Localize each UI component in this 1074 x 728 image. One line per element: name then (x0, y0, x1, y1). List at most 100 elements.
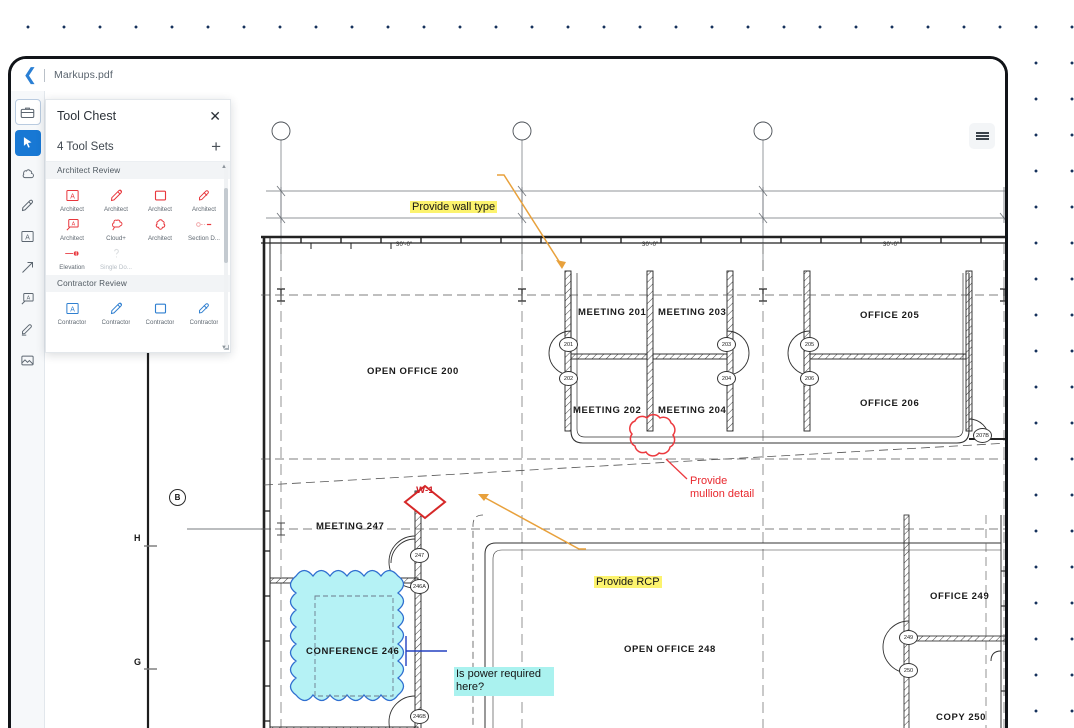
tool-label: Architect (60, 206, 84, 213)
markup-mullion-line1: Provide (690, 475, 754, 488)
tool-group-architect-review: Architect Review (46, 162, 230, 179)
rectangle-icon (153, 186, 168, 204)
cloud-shape-icon (153, 215, 168, 233)
toolbox-icon[interactable] (15, 99, 41, 125)
grid-letter-g: G (134, 657, 141, 667)
markup-power-line2: here? (456, 681, 552, 694)
wall-tag-w1: W-1 (411, 481, 439, 499)
pen-markup-icon[interactable] (15, 192, 41, 218)
rcp-leader (478, 494, 586, 549)
tool-grid-architect-review: A Architect Architect (46, 179, 230, 275)
application-window: ❮ Markups.pdf (8, 56, 1008, 728)
tool-contractor-textbox[interactable]: A Contractor (50, 299, 94, 326)
highlighter-icon (197, 299, 212, 317)
room-label-open-office-248: OPEN OFFICE 248 (624, 644, 716, 655)
tool-architect-pen[interactable]: Architect (94, 186, 138, 213)
room-label-meeting-202: MEETING 202 (573, 405, 641, 416)
tool-label: Architect (104, 206, 128, 213)
conference-revision-cloud (291, 571, 404, 701)
svg-text:A: A (25, 234, 30, 241)
tool-contractor-pen[interactable]: Contractor (94, 299, 138, 326)
tool-grid-contractor-review: A Contractor Contractor (46, 292, 230, 330)
tool-chest-body[interactable]: Architect Review A Architect (46, 162, 230, 352)
section-detail-icon (196, 215, 213, 233)
image-icon[interactable] (15, 347, 41, 373)
hamburger-menu-icon[interactable] (969, 123, 995, 149)
arrow-icon[interactable] (15, 254, 41, 280)
tool-label: Architect (148, 235, 172, 242)
markup-provide-mullion-detail[interactable]: Provide mullion detail (690, 475, 754, 502)
markup-mullion-line2: mullion detail (690, 488, 754, 501)
tool-contractor-highlighter[interactable]: Contractor (182, 299, 226, 326)
tool-label: Contractor (190, 319, 219, 326)
tool-label: Elevation (59, 264, 84, 271)
tool-label: Architect (60, 235, 84, 242)
tool-contractor-rectangle[interactable]: Contractor (138, 299, 182, 326)
tool-chest-scrollbar[interactable]: ▲ ▼ (224, 166, 228, 348)
tool-chest-header: Tool Chest ✕ (46, 100, 230, 132)
plus-icon[interactable]: + (211, 138, 221, 155)
room-label-office-205: OFFICE 205 (860, 310, 919, 321)
door-tag: 203 (717, 337, 736, 352)
mullion-revision-cloud (630, 415, 687, 479)
door-tag: 207B (973, 428, 992, 443)
svg-text:A: A (70, 193, 75, 200)
tool-label: Contractor (58, 319, 87, 326)
close-icon[interactable]: ✕ (209, 109, 221, 123)
tool-architect-highlighter[interactable]: Architect (182, 186, 226, 213)
menu-bar (976, 138, 989, 140)
dimension-label: 30'-0" (883, 242, 899, 248)
question-icon (109, 244, 124, 262)
tool-label: Architect (148, 206, 172, 213)
tool-sets-count-label: 4 Tool Sets (57, 141, 211, 153)
room-label-open-office-200: OPEN OFFICE 200 (367, 366, 459, 377)
tool-architect-textbox[interactable]: A Architect (50, 186, 94, 213)
menu-bar (976, 132, 989, 134)
power-question-leader (406, 636, 447, 666)
tool-architect-cloud[interactable]: Architect (138, 215, 182, 242)
callout-icon: A (65, 215, 80, 233)
markup-provide-wall-type[interactable]: Provide wall type (410, 201, 497, 213)
caret-up-icon[interactable]: ▲ (221, 164, 227, 170)
tool-architect-callout[interactable]: A Architect (50, 215, 94, 242)
room-label-office-249: OFFICE 249 (930, 591, 989, 602)
dimension-label: 30'-0" (642, 242, 658, 248)
grid-bubble-b: B (169, 489, 186, 506)
markup-provide-rcp[interactable]: Provide RCP (594, 576, 662, 588)
room-label-copy-250: COPY 250 (936, 712, 986, 723)
tool-sets-row: 4 Tool Sets + (46, 132, 230, 162)
cursor-select-icon[interactable] (15, 130, 41, 156)
door-tag: 205 (800, 337, 819, 352)
cloud-shape-icon[interactable] (15, 161, 41, 187)
room-label-office-206: OFFICE 206 (860, 398, 919, 409)
tool-cloud-plus[interactable]: Cloud+ (94, 215, 138, 242)
door-tag: 246B (410, 709, 429, 724)
door-tag: 250 (899, 663, 918, 678)
rectangle-icon (153, 299, 168, 317)
markup-power-line1: Is power required (456, 668, 552, 681)
svg-text:A: A (70, 306, 75, 313)
text-box-icon[interactable]: A (15, 223, 41, 249)
tool-elevation[interactable]: Elevation (50, 244, 94, 271)
tool-section-detail[interactable]: Section D... (182, 215, 226, 242)
caret-down-icon[interactable]: ▼ (221, 345, 227, 351)
dimension-label: 30'-0" (396, 242, 412, 248)
cloud-plus-icon (109, 215, 124, 233)
elevation-icon (64, 244, 81, 262)
room-label-meeting-201: MEETING 201 (578, 307, 646, 318)
tool-single-door[interactable]: Single Do... (94, 244, 138, 271)
tool-label: Single Do... (100, 264, 132, 271)
scrollbar-thumb[interactable] (224, 188, 228, 263)
titlebar-divider (44, 69, 45, 82)
callout-icon[interactable]: A (15, 285, 41, 311)
highlighter-icon (197, 186, 212, 204)
grid-letter-h: H (134, 533, 141, 543)
tool-group-contractor-review: Contractor Review (46, 275, 230, 292)
chevron-left-icon[interactable]: ❮ (19, 64, 41, 86)
tool-label: Contractor (146, 319, 175, 326)
highlighter-icon[interactable] (15, 316, 41, 342)
tool-chest-panel[interactable]: Tool Chest ✕ 4 Tool Sets + Architect Rev… (45, 99, 231, 353)
door-tag: 206 (800, 371, 819, 386)
tool-architect-rectangle[interactable]: Architect (138, 186, 182, 213)
markup-is-power-required[interactable]: Is power required here? (454, 667, 554, 696)
